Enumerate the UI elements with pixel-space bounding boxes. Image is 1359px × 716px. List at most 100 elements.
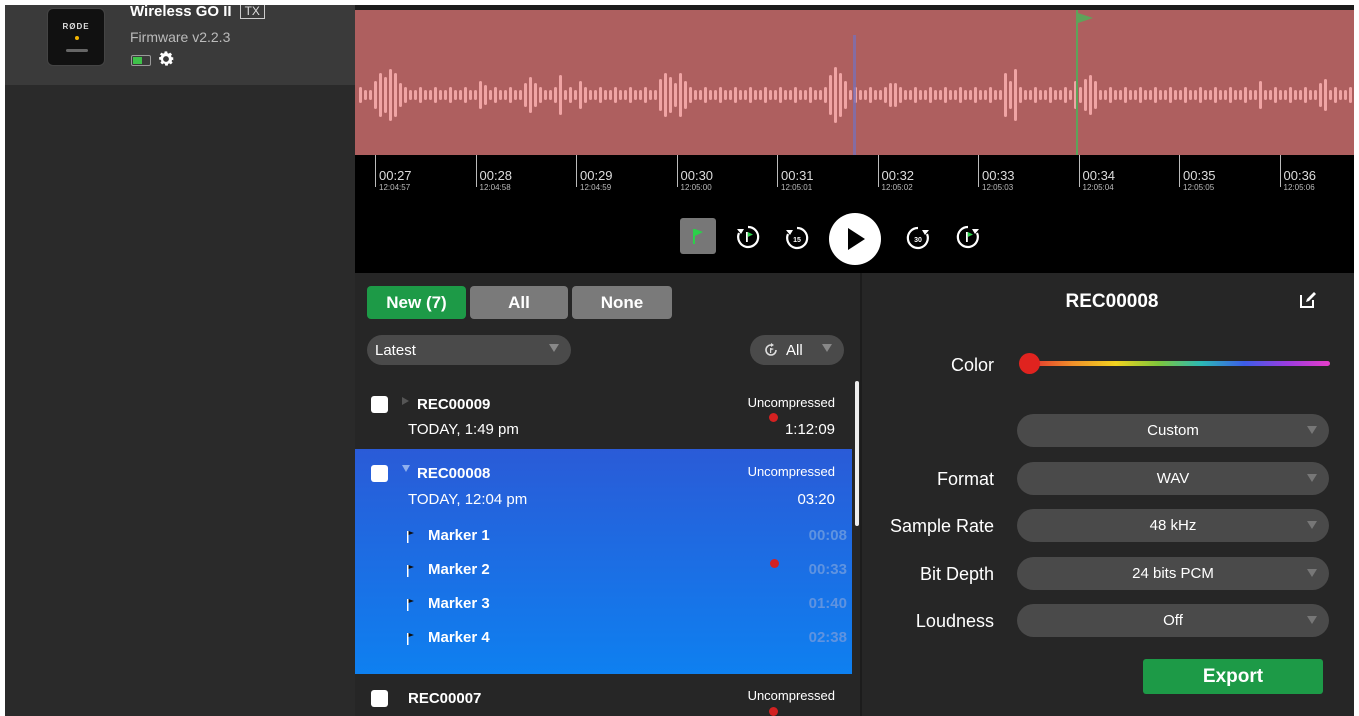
waveform-bar [684, 81, 687, 109]
waveform-bar [1224, 90, 1227, 100]
waveform-bar [529, 77, 532, 113]
chevron-down-icon [549, 344, 559, 352]
waveform-bar [514, 90, 517, 100]
tick-time: 00:29 [580, 168, 613, 183]
play-button[interactable] [829, 213, 881, 265]
next-marker-button[interactable] [955, 224, 981, 250]
marker-time: 00:08 [808, 527, 847, 544]
recording-format: Uncompressed [747, 688, 835, 703]
skip-forward-30-button[interactable]: 30 [904, 224, 932, 252]
waveform-bar [1254, 90, 1257, 100]
waveform-bar [714, 90, 717, 100]
bit-depth-label: Bit Depth [919, 564, 994, 584]
recording-row[interactable]: REC00009 TODAY, 1:49 pm Uncompressed 1:1… [355, 381, 852, 449]
waveform-bar [1329, 90, 1332, 100]
loudness-value: Off [1163, 612, 1183, 629]
device-led [75, 36, 79, 40]
waveform-bar [744, 90, 747, 100]
waveform-bar [1069, 90, 1072, 100]
waveform-bar [1314, 90, 1317, 100]
previous-marker-icon [737, 225, 760, 249]
waveform-bar [409, 90, 412, 100]
skip-back-label: 15 [793, 237, 801, 244]
marker-flag-icon[interactable] [1078, 13, 1093, 23]
waveform-bar [414, 90, 417, 100]
waveform-bar [1234, 90, 1237, 100]
previous-marker-button[interactable] [735, 224, 761, 250]
waveform-display[interactable] [355, 10, 1354, 155]
gear-icon[interactable] [156, 49, 176, 69]
waveform-bar [1279, 90, 1282, 100]
recording-checkbox[interactable] [371, 690, 388, 707]
marker-row[interactable]: Marker 1 00:08 [355, 523, 852, 553]
add-marker-button[interactable] [680, 218, 716, 254]
color-slider[interactable] [1030, 361, 1330, 366]
sample-rate-dropdown[interactable]: 48 kHz [1017, 509, 1329, 542]
waveform-bar [484, 85, 487, 105]
list-scrollbar[interactable] [855, 381, 859, 526]
waveform-bar [454, 90, 457, 100]
flag-filter-dropdown[interactable]: All [750, 335, 844, 365]
recording-date: TODAY, 12:04 pm [408, 491, 528, 508]
filter-new-button[interactable]: New (7) [367, 286, 466, 319]
waveform-bar [1009, 81, 1012, 109]
format-dropdown[interactable]: WAV [1017, 462, 1329, 495]
waveform-bar [654, 90, 657, 100]
waveform-bar [924, 90, 927, 100]
waveform-bar [674, 83, 677, 107]
loudness-label: Loudness [915, 611, 994, 631]
waveform-bar [1299, 90, 1302, 100]
tick-time: 00:35 [1183, 168, 1216, 183]
waveform-bar [589, 90, 592, 100]
timeline-tick: 00:29 12:04:59 [576, 155, 613, 192]
recording-detail-panel: REC00008 Color Custom Format WAV Sample … [862, 273, 1354, 716]
battery-icon [131, 55, 151, 66]
sort-dropdown[interactable]: Latest [367, 335, 571, 365]
recording-duration: 1:12:09 [784, 421, 835, 438]
collapse-arrow-icon[interactable] [402, 465, 410, 472]
waveform-bar [689, 87, 692, 103]
waveform-bar [1204, 90, 1207, 100]
marker-line[interactable] [1076, 10, 1078, 155]
playhead[interactable] [853, 35, 856, 155]
waveform-bar [1029, 90, 1032, 100]
preset-dropdown[interactable]: Custom [1017, 414, 1329, 447]
filter-none-button[interactable]: None [572, 286, 672, 319]
waveform-bar [1259, 81, 1262, 109]
recording-color-dot [769, 707, 778, 716]
recording-checkbox[interactable] [371, 465, 388, 482]
edit-icon[interactable] [1298, 290, 1318, 310]
waveform-bar [374, 81, 377, 109]
marker-row[interactable]: Marker 4 02:38 [355, 625, 852, 655]
marker-name: Marker 2 [428, 561, 490, 578]
export-button[interactable]: Export [1143, 659, 1323, 694]
waveform-bar [934, 90, 937, 100]
waveform-bar [1079, 87, 1082, 103]
waveform-bar [1089, 75, 1092, 115]
timeline-ruler[interactable]: 00:27 12:04:57 00:28 12:04:58 00:29 12:04:59 0… [355, 155, 1354, 207]
bit-depth-dropdown[interactable]: 24 bits PCM [1017, 557, 1329, 590]
expand-arrow-icon[interactable] [402, 397, 409, 405]
timeline-tick: 00:35 12:05:05 [1179, 155, 1216, 192]
skip-back-15-button[interactable]: 15 [783, 224, 811, 252]
marker-row[interactable]: Marker 3 01:40 [355, 591, 852, 621]
waveform-bar [1294, 90, 1297, 100]
color-slider-handle[interactable] [1019, 353, 1040, 374]
device-card[interactable]: RØDE Wireless GO II TX Firmware v2.2.3 [5, 5, 355, 85]
waveform-bar [394, 73, 397, 117]
loudness-dropdown[interactable]: Off [1017, 604, 1329, 637]
waveform-bar [759, 90, 762, 100]
waveform-bar [774, 90, 777, 100]
waveform-bar [419, 87, 422, 103]
waveform-bar [1059, 90, 1062, 100]
device-name: Wireless GO II [130, 5, 232, 20]
waveform-bar [734, 87, 737, 103]
waveform-bar [624, 90, 627, 100]
recording-row[interactable]: REC00007 Uncompressed [355, 674, 852, 716]
filter-all-button[interactable]: All [470, 286, 568, 319]
marker-row[interactable]: Marker 2 00:33 [355, 557, 852, 587]
recording-checkbox[interactable] [371, 396, 388, 413]
waveform-bar [669, 77, 672, 113]
waveform-bar [789, 90, 792, 100]
recording-row-selected[interactable]: REC00008 TODAY, 12:04 pm Uncompressed 03… [355, 449, 852, 674]
